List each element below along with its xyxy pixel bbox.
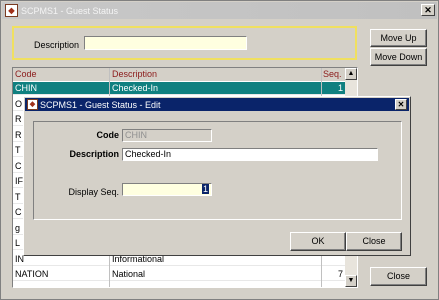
cell-description: National bbox=[112, 269, 146, 279]
dialog-close-button[interactable]: Close bbox=[346, 232, 402, 251]
column-header-description[interactable]: Description bbox=[112, 69, 157, 79]
display-seq-label: Display Seq. bbox=[68, 187, 119, 197]
code-field: CHIN bbox=[122, 129, 212, 142]
cell-code: R bbox=[15, 129, 22, 140]
scroll-down-icon[interactable]: ▼ bbox=[345, 275, 357, 287]
cell-seq: 1 bbox=[337, 83, 343, 93]
move-up-button[interactable]: Move Up bbox=[370, 29, 427, 47]
move-down-button[interactable]: Move Down bbox=[370, 48, 427, 66]
cell-code: g bbox=[15, 222, 21, 233]
dialog-app-icon: ◆ bbox=[27, 99, 38, 110]
cell-code: CHIN bbox=[15, 83, 37, 93]
edit-dialog: ◆ SCPMS1 - Guest Status - Edit ✕ Code CH… bbox=[23, 96, 411, 256]
dialog-title: SCPMS1 - Guest Status - Edit bbox=[40, 99, 161, 110]
cell-description: Checked-In bbox=[112, 83, 159, 93]
description-search-input[interactable] bbox=[84, 36, 247, 50]
cell-code: R bbox=[15, 114, 22, 124]
display-seq-value: 1 bbox=[201, 184, 209, 194]
table-row[interactable]: CHIN Checked-In 1 bbox=[13, 82, 347, 95]
main-close-icon[interactable]: ✕ bbox=[421, 4, 435, 16]
dialog-fields-group: Code CHIN Description Checked-In Display… bbox=[33, 121, 402, 220]
close-button[interactable]: Close bbox=[370, 267, 427, 286]
cell-seq: 7 bbox=[337, 269, 343, 279]
main-window-title: SCPMS1 - Guest Status bbox=[21, 5, 119, 16]
cell-code: T bbox=[15, 191, 21, 202]
dialog-titlebar[interactable]: ◆ SCPMS1 - Guest Status - Edit ✕ bbox=[25, 98, 409, 111]
main-titlebar[interactable]: ◆ SCPMS1 - Guest Status ✕ bbox=[2, 2, 437, 19]
cell-code: O bbox=[15, 98, 23, 109]
code-label: Code bbox=[96, 130, 120, 140]
dialog-close-icon[interactable]: ✕ bbox=[395, 99, 407, 110]
grid-header: Code Description Seq. bbox=[13, 68, 347, 81]
description-search-label: Description bbox=[34, 40, 80, 50]
display-seq-field[interactable]: 1 bbox=[122, 183, 212, 196]
column-header-code[interactable]: Code bbox=[15, 69, 37, 79]
description-field[interactable]: Checked-In bbox=[122, 148, 378, 161]
cell-code: C bbox=[15, 207, 22, 217]
cell-code: C bbox=[15, 160, 22, 171]
ok-button[interactable]: OK bbox=[290, 232, 346, 251]
cell-code: T bbox=[15, 145, 21, 155]
table-row[interactable]: NATION National 7 bbox=[13, 268, 347, 281]
column-header-seq[interactable]: Seq. bbox=[323, 69, 342, 79]
cell-code: NATION bbox=[15, 269, 49, 279]
description-label: Description bbox=[69, 149, 119, 159]
app-icon: ◆ bbox=[5, 4, 18, 17]
search-panel: Description bbox=[12, 26, 357, 60]
scroll-up-icon[interactable]: ▲ bbox=[345, 68, 357, 80]
cell-code: L bbox=[15, 238, 21, 248]
cell-code: IF bbox=[15, 176, 23, 186]
